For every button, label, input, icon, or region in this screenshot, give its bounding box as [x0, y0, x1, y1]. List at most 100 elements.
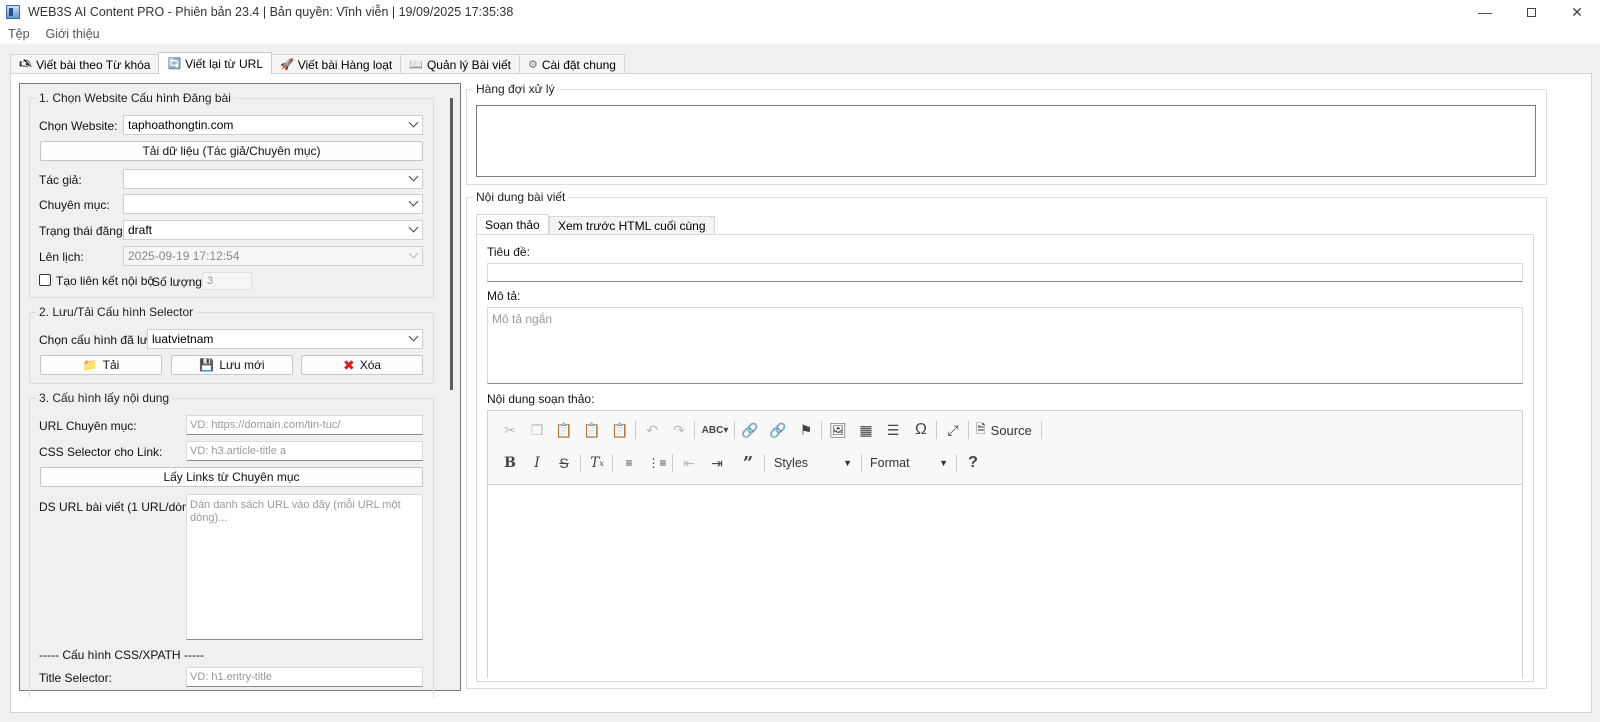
content-title: Nội dung bài viết — [473, 190, 569, 204]
get-links-button[interactable]: Lấy Links từ Chuyên mục — [40, 467, 423, 487]
tab-rewrite-url[interactable]: 🔄 Viết lại từ URL — [158, 52, 273, 74]
schedule-label: Lên lịch: — [39, 250, 84, 264]
load-config-button[interactable]: 📁 Tải — [40, 355, 162, 375]
unlink-icon[interactable]: 🔗 — [767, 419, 789, 441]
spellcheck-icon[interactable]: ABC▾ — [701, 419, 729, 441]
source-icon: 🗎 — [976, 421, 986, 436]
post-title-label: Tiêu đề: — [487, 245, 530, 259]
horizontal-line-icon[interactable]: ☰ — [882, 419, 904, 441]
remove-format-icon[interactable]: Tx — [586, 452, 608, 474]
link-selector-input[interactable]: VD: h3.article-title a — [186, 441, 423, 461]
minimize-button[interactable]: — — [1462, 0, 1508, 24]
anchor-flag-icon[interactable]: ⚑ — [795, 419, 817, 441]
description-textarea[interactable]: Mô tả ngắn — [487, 307, 1523, 384]
bold-icon[interactable]: B — [499, 452, 521, 474]
book-icon: 📖 — [409, 59, 423, 71]
url-list-textarea[interactable]: Dán danh sách URL vào đây (mỗi URL một d… — [186, 494, 423, 640]
author-label: Tác giả: — [39, 173, 82, 187]
outdent-icon[interactable]: ⇤ — [678, 452, 700, 474]
paste-icon[interactable]: 📋 — [553, 419, 575, 441]
load-data-button[interactable]: Tải dữ liệu (Tác giả/Chuyên mục) — [40, 141, 423, 161]
delete-config-button[interactable]: ✖ Xóa — [301, 355, 423, 375]
tab-compose[interactable]: Soạn thảo — [476, 214, 549, 235]
toolbar-separator — [861, 454, 862, 472]
menu-bar: Tệp Giới thiệu — [0, 24, 1600, 44]
chevron-down-icon — [408, 196, 419, 207]
paste-word-icon[interactable]: 📋 — [609, 419, 631, 441]
maximize-icon[interactable]: ⤢ — [942, 419, 964, 441]
tab-keyword-writing[interactable]: 🖎 Viết bài theo Từ khóa — [10, 54, 160, 74]
source-button[interactable]: 🗎 Source — [976, 421, 1032, 439]
toolbar-separator — [694, 421, 695, 439]
copy-icon[interactable]: ❐ — [526, 419, 548, 441]
main-tabs: 🖎 Viết bài theo Từ khóa 🔄 Viết lại từ URL … — [10, 52, 625, 74]
blockquote-icon[interactable]: ” — [737, 452, 759, 474]
post-title-input[interactable] — [487, 263, 1523, 282]
italic-icon[interactable]: I — [526, 452, 548, 474]
redo-icon[interactable]: ↷ — [668, 419, 690, 441]
strikethrough-icon[interactable]: S — [553, 452, 575, 474]
tab-settings[interactable]: ⚙ Cài đặt chung — [518, 54, 625, 74]
format-dropdown[interactable]: Format ▼ — [866, 454, 952, 472]
omega-icon[interactable]: Ω — [910, 419, 932, 441]
link-icon[interactable]: 🔗 — [739, 419, 761, 441]
toolbar-separator — [734, 421, 735, 439]
saved-config-label: Chọn cấu hình đã lưu: — [39, 333, 158, 347]
internal-link-checkbox[interactable] — [39, 274, 51, 286]
chevron-down-icon — [408, 331, 419, 342]
save-new-config-button[interactable]: 💾 Lưu mới — [171, 355, 293, 375]
tab-bulk-writing[interactable]: 🚀 Viết bài Hàng loạt — [271, 54, 402, 74]
toolbar-separator — [672, 454, 673, 472]
author-select[interactable] — [123, 169, 423, 189]
title-selector-input[interactable]: VD: h1.entry-title — [186, 667, 423, 687]
styles-dropdown[interactable]: Styles ▼ — [770, 454, 856, 472]
toolbar-separator — [936, 421, 937, 439]
image-icon[interactable]: 🖼 — [827, 419, 849, 441]
editor-label: Nội dung soạn thảo: — [487, 392, 595, 406]
indent-icon[interactable]: ⇥ — [706, 452, 728, 474]
url-list-label: DS URL bài viết (1 URL/dòng): — [39, 500, 203, 514]
status-select[interactable]: draft — [123, 220, 423, 240]
rocket-icon: 🚀 — [280, 59, 294, 71]
left-scrollbar[interactable] — [450, 98, 453, 390]
floppy-disk-icon: 💾 — [199, 358, 215, 372]
red-x-icon: ✖ — [342, 356, 355, 373]
title-bar: WEB3S AI Content PRO - Phiên bản 23.4 | … — [0, 0, 1600, 24]
toolbar-separator — [764, 454, 765, 472]
tab-post-management[interactable]: 📖 Quản lý Bài viết — [400, 54, 520, 74]
quantity-label: Số lượng: — [152, 275, 206, 289]
numbered-list-icon[interactable]: ≡ — [618, 452, 640, 474]
toolbar-separator — [635, 421, 636, 439]
queue-title: Hàng đợi xử lý — [473, 82, 558, 96]
caret-down-icon: ▼ — [939, 458, 948, 468]
cut-icon[interactable]: ✂ — [499, 419, 521, 441]
chevron-down-icon — [408, 171, 419, 182]
table-icon[interactable]: ▦ — [855, 419, 877, 441]
category-select[interactable] — [123, 194, 423, 214]
help-icon[interactable]: ? — [962, 452, 984, 474]
category-url-input[interactable]: VD: https://domain.com/tin-tuc/ — [186, 415, 423, 435]
maximize-button[interactable] — [1508, 0, 1554, 24]
saved-config-select[interactable]: luatvietnam — [147, 329, 423, 349]
menu-about[interactable]: Giới thiệu — [46, 27, 100, 41]
quantity-spinbox[interactable]: 3 — [202, 272, 252, 290]
toolbar-separator — [968, 421, 969, 439]
tab-preview-html[interactable]: Xem trước HTML cuối cùng — [549, 216, 715, 235]
hand-icon: 🖎 — [19, 58, 33, 70]
toolbar-separator — [1041, 421, 1042, 439]
menu-file[interactable]: Tệp — [8, 27, 30, 41]
close-button[interactable]: ✕ — [1554, 0, 1600, 24]
caret-down-icon: ▼ — [843, 458, 852, 468]
category-url-label: URL Chuyên mục: — [39, 419, 137, 433]
undo-icon[interactable]: ↶ — [641, 419, 663, 441]
schedule-datetime[interactable]: 2025-09-19 17:12:54 — [123, 246, 423, 266]
bulleted-list-icon[interactable]: ⋮≡ — [646, 452, 668, 474]
section-title: 3. Cấu hình lấy nội dung — [36, 391, 173, 405]
editor-content-area[interactable] — [488, 484, 1522, 678]
category-label: Chuyên mục: — [39, 198, 110, 212]
queue-list[interactable] — [476, 105, 1536, 177]
website-select[interactable]: taphoathongtin.com — [123, 115, 423, 135]
chevron-down-icon — [408, 222, 419, 233]
paste-text-icon[interactable]: 📋 — [581, 419, 603, 441]
link-selector-label: CSS Selector cho Link: — [39, 445, 163, 459]
